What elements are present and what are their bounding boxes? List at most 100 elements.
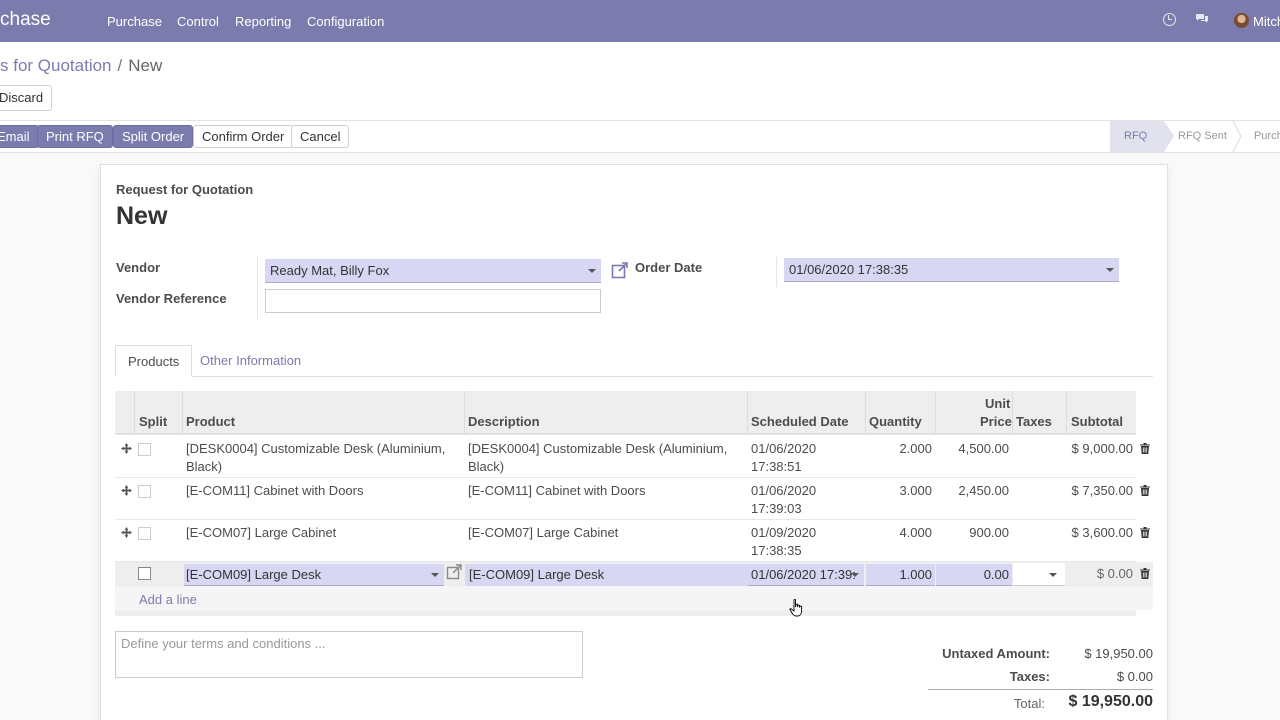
column-divider: [182, 391, 183, 435]
header-split[interactable]: Split: [139, 414, 167, 429]
order-date-value: 01/06/2020 17:38:35: [789, 262, 909, 277]
print-rfq-button[interactable]: Print RFQ: [37, 125, 113, 148]
menu-reporting[interactable]: Reporting: [235, 14, 291, 29]
send-email-button[interactable]: Email: [0, 125, 39, 148]
split-checkbox[interactable]: [138, 485, 151, 498]
product-cell-line2: Black): [186, 459, 223, 474]
description-textarea-value: [E-COM09] Large Desk: [469, 567, 605, 582]
split-checkbox[interactable]: [138, 567, 151, 580]
header-unit-price-line1[interactable]: Unit: [985, 396, 1010, 411]
unit-price-input-value: 0.00: [983, 567, 1009, 582]
untaxed-amount-value: $ 19,950.00: [1084, 646, 1153, 661]
split-checkbox[interactable]: [138, 527, 151, 540]
scheduled-date-cell-line1: 01/09/2020: [751, 525, 817, 540]
external-link-icon[interactable]: [611, 261, 629, 279]
order-date-field[interactable]: 01/06/2020 17:38:35: [784, 258, 1119, 282]
product-select[interactable]: [E-COM09] Large Desk: [184, 564, 444, 586]
form-sheet: Request for Quotation New Vendor Vendor …: [100, 164, 1168, 720]
unit-price-cell: 4,500.00: [958, 441, 1009, 456]
discard-button[interactable]: Discard: [0, 85, 53, 111]
tab-other-information[interactable]: Other Information: [188, 345, 313, 377]
menu-configuration[interactable]: Configuration: [307, 14, 384, 29]
add-line-row: Add a line: [115, 586, 1153, 610]
app-name[interactable]: chase: [0, 9, 51, 31]
status-bar: Email Print RFQ Split Order Confirm Orde…: [0, 120, 1280, 153]
table-footer: [115, 610, 1136, 616]
scheduled-date-field[interactable]: 01/06/2020 17:39:: [748, 564, 864, 586]
vendor-label: Vendor: [116, 260, 161, 275]
subtotal-cell: $ 0.00: [1096, 566, 1133, 581]
column-divider: [1066, 391, 1067, 435]
drag-handle-icon[interactable]: [121, 443, 132, 454]
scheduled-date-cell-line1: 01/06/2020: [751, 483, 817, 498]
total-value: $ 19,950.00: [1068, 693, 1153, 710]
user-avatar[interactable]: [1234, 13, 1249, 28]
table-row[interactable]: [DESK0004] Customizable Desk (Aluminium,…: [115, 436, 1150, 478]
breadcrumb-parent[interactable]: s for Quotation: [0, 56, 112, 75]
header-product[interactable]: Product: [186, 414, 235, 429]
header-unit-price-line2[interactable]: Price: [980, 414, 1012, 429]
user-name[interactable]: Mitch: [1253, 14, 1280, 29]
menu-control[interactable]: Control: [177, 14, 219, 29]
tab-products[interactable]: Products: [115, 345, 193, 377]
vendor-select[interactable]: Ready Mat, Billy Fox: [265, 259, 601, 283]
product-cell-line1: [E-COM11] Cabinet with Doors: [186, 483, 364, 498]
terms-and-conditions-input[interactable]: Define your terms and conditions ...: [115, 631, 583, 678]
totals-divider: [928, 689, 1153, 690]
chat-icon[interactable]: [1195, 13, 1209, 25]
split-order-button[interactable]: Split Order: [113, 125, 194, 148]
subtotal-cell: $ 3,600.00: [1071, 525, 1133, 540]
trash-icon[interactable]: [1140, 527, 1150, 538]
stage-rfq-sent-label: RFQ Sent: [1178, 130, 1227, 142]
control-panel: s for Quotation / New Discard: [0, 42, 1280, 120]
terms-placeholder: Define your terms and conditions ...: [121, 636, 326, 651]
header-subtotal[interactable]: Subtotal: [1071, 414, 1123, 429]
document-type: Request for Quotation: [116, 182, 254, 197]
table-row[interactable]: [E-COM07] Large Cabinet [E-COM07] Large …: [115, 520, 1150, 562]
header-taxes[interactable]: Taxes: [1016, 414, 1052, 429]
menu-purchase[interactable]: Purchase: [107, 14, 162, 29]
table-row[interactable]: [E-COM11] Cabinet with Doors [E-COM11] C…: [115, 478, 1150, 520]
drag-handle-icon[interactable]: [121, 527, 132, 538]
header-scheduled-date[interactable]: Scheduled Date: [751, 414, 849, 429]
external-link-icon[interactable]: [446, 564, 464, 580]
trash-icon[interactable]: [1140, 485, 1150, 496]
order-date-label: Order Date: [635, 260, 703, 275]
stage-purchase-order[interactable]: Purch: [1240, 121, 1280, 152]
trash-icon[interactable]: [1140, 568, 1150, 579]
stage-rfq[interactable]: RFQ: [1110, 121, 1164, 152]
unit-price-input[interactable]: 0.00: [936, 564, 1012, 586]
activity-clock-icon[interactable]: [1163, 13, 1176, 26]
chevron-down-icon: [1049, 573, 1057, 577]
hand-cursor-icon: [789, 599, 802, 617]
stage-rfq-label: RFQ: [1124, 130, 1148, 142]
vendor-reference-input[interactable]: [265, 289, 601, 313]
taxes-label: Taxes:: [1009, 669, 1050, 684]
trash-icon[interactable]: [1140, 443, 1150, 454]
stage-rfq-sent[interactable]: RFQ Sent: [1164, 121, 1234, 152]
quantity-cell: 4.000: [899, 525, 932, 540]
add-line-link[interactable]: Add a line: [139, 592, 197, 607]
scheduled-date-cell-line2: 17:39:03: [751, 501, 802, 516]
confirm-order-button[interactable]: Confirm Order: [193, 125, 294, 148]
split-checkbox[interactable]: [138, 443, 151, 456]
label-divider: [776, 257, 777, 287]
header-description[interactable]: Description: [468, 414, 540, 429]
quantity-input[interactable]: 1.000: [866, 564, 935, 586]
untaxed-amount-label: Untaxed Amount:: [942, 646, 1050, 661]
header-quantity[interactable]: Quantity: [869, 414, 922, 429]
quantity-cell: 3.000: [899, 483, 932, 498]
quantity-cell: 2.000: [899, 441, 932, 456]
taxes-value: $ 0.00: [1116, 669, 1153, 684]
unit-price-cell: 900.00: [969, 525, 1009, 540]
cancel-button[interactable]: Cancel: [291, 125, 350, 148]
column-divider: [1012, 391, 1013, 435]
description-cell-line1: [E-COM07] Large Cabinet: [468, 525, 619, 540]
breadcrumb-separator: /: [117, 56, 123, 75]
drag-handle-icon[interactable]: [121, 485, 132, 496]
column-divider: [464, 391, 465, 435]
scheduled-date-cell-line2: 17:38:51: [751, 459, 802, 474]
subtotal-cell: $ 7,350.00: [1071, 483, 1133, 498]
editable-table-row[interactable]: [E-COM09] Large Desk [E-COM09] Large Des…: [115, 562, 1153, 610]
column-divider: [134, 391, 135, 435]
